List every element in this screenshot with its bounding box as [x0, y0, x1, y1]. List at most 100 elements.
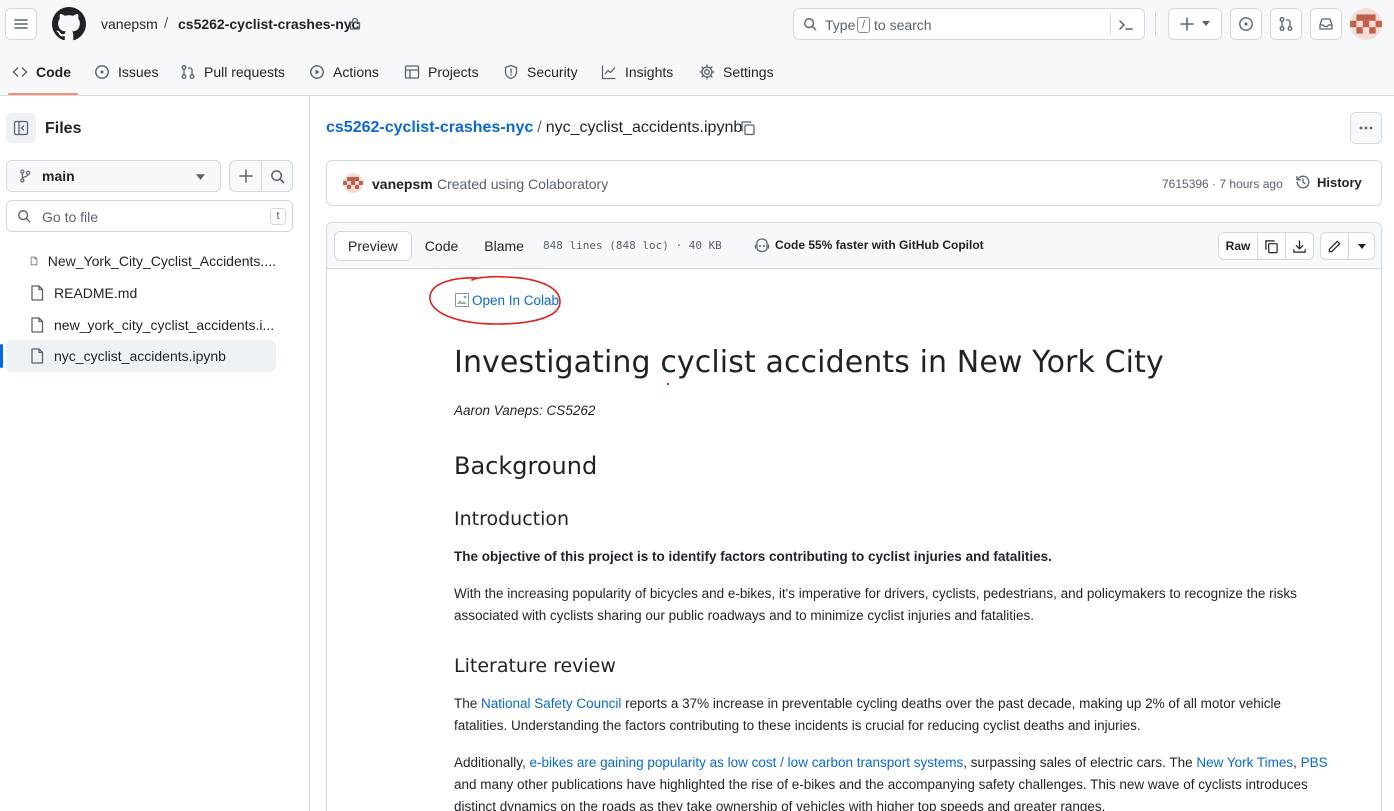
tab-code[interactable]: Code: [12, 56, 71, 88]
search-placeholder-type: Type: [825, 17, 856, 33]
identicon-icon: [1350, 14, 1382, 34]
history-icon: [1296, 175, 1310, 189]
commit-author-avatar[interactable]: [343, 173, 363, 193]
gear-icon: [699, 64, 715, 80]
text-run: The: [454, 696, 482, 711]
issues-button[interactable]: [1230, 8, 1262, 40]
tab-insights[interactable]: Insights: [601, 56, 673, 88]
go-to-file-input[interactable]: Go to file t: [6, 200, 293, 232]
download-icon: [1293, 239, 1306, 253]
history-button[interactable]: History: [1295, 174, 1362, 190]
go-to-file-shortcut: t: [270, 208, 286, 225]
header-divider: [1155, 12, 1156, 36]
file-stats: 848 lines (848 loc) · 40 KB: [543, 239, 722, 252]
graph-icon: [601, 65, 616, 80]
active-file-indicator: [0, 344, 3, 368]
file-tree-item[interactable]: New_York_City_Cyclist_Accidents....: [6, 245, 276, 277]
inbox-icon: [1319, 18, 1333, 30]
view-mode-switcher: Preview Code Blame: [334, 231, 537, 261]
menu-button[interactable]: [5, 8, 37, 40]
global-header: vanepsm / cs5262-cyclist-crashes-nyc Typ…: [0, 0, 1394, 96]
search-files-button[interactable]: [262, 161, 293, 191]
github-logo[interactable]: [52, 7, 86, 41]
search-shortcut-key: /: [857, 17, 870, 33]
tab-settings-label: Settings: [723, 64, 774, 80]
file-name: new_york_city_cyclist_accidents.i...: [54, 317, 275, 333]
ebikes-popularity-link[interactable]: e-bikes are gaining popularity as low co…: [530, 755, 964, 770]
edit-file-button[interactable]: [1320, 232, 1349, 260]
github-mark-icon: [52, 7, 86, 41]
commit-hash-time[interactable]: 7615396 · 7 hours ago: [1162, 177, 1283, 191]
heading-background: Background: [454, 452, 598, 480]
literature-paragraph-1: The National Safety Council reports a 37…: [454, 693, 1334, 737]
edit-dropdown-button[interactable]: [1348, 232, 1375, 260]
owner-link[interactable]: vanepsm: [101, 16, 158, 32]
file-tree-sidebar: Files main Go to file t New_York_City_Cy…: [0, 96, 310, 811]
create-new-button[interactable]: [1168, 8, 1222, 40]
new-york-times-link[interactable]: New York Times: [1196, 755, 1293, 770]
file-tree-item[interactable]: README.md: [6, 277, 276, 309]
command-palette-icon[interactable]: [1118, 17, 1134, 33]
tab-projects-label: Projects: [428, 64, 479, 80]
copy-icon[interactable]: [740, 120, 756, 136]
national-safety-council-link[interactable]: National Safety Council: [481, 696, 621, 711]
inbox-button[interactable]: [1310, 8, 1342, 40]
pbs-link[interactable]: PBS: [1301, 755, 1328, 770]
tab-actions-label: Actions: [333, 64, 379, 80]
breadcrumb-file: nyc_cyclist_accidents.ipynb: [545, 119, 743, 136]
copy-icon: [1265, 239, 1278, 253]
sidebar-collapse-icon: [13, 120, 29, 136]
shield-icon: [504, 64, 518, 80]
search-input[interactable]: Type / to search: [793, 8, 1145, 40]
triangle-down-icon: [196, 174, 205, 180]
copilot-promo-text: Code 55% faster with GitHub Copilot: [775, 238, 984, 252]
breadcrumb-separator: /: [537, 119, 542, 136]
raw-button[interactable]: Raw: [1218, 232, 1258, 260]
hamburger-icon: [14, 19, 28, 29]
identicon-icon: [343, 177, 363, 189]
tab-pull-requests[interactable]: Pull requests: [180, 56, 285, 88]
pull-requests-button[interactable]: [1270, 8, 1302, 40]
file-name: nyc_cyclist_accidents.ipynb: [54, 348, 226, 364]
text-run: Additionally,: [454, 755, 530, 770]
download-button[interactable]: [1285, 232, 1314, 260]
commit-message[interactable]: Created using Colaboratory: [437, 176, 608, 192]
branch-name: main: [42, 168, 75, 184]
tab-security[interactable]: Security: [503, 56, 578, 88]
file-tree-item-active[interactable]: nyc_cyclist_accidents.ipynb: [6, 340, 276, 372]
commit-author[interactable]: vanepsm: [372, 176, 433, 192]
repo-link[interactable]: cs5262-cyclist-crashes-nyc: [178, 16, 359, 32]
issue-opened-icon: [1239, 17, 1253, 31]
file-icon: [31, 285, 44, 301]
tab-projects[interactable]: Projects: [404, 56, 479, 88]
git-pull-request-icon: [181, 65, 195, 79]
file-name: New_York_City_Cyclist_Accidents....: [47, 253, 276, 269]
latest-commit-box: vanepsm Created using Colaboratory 76153…: [326, 160, 1382, 206]
breadcrumb: cs5262-cyclist-crashes-nyc / nyc_cyclist…: [326, 119, 742, 137]
copilot-icon: [754, 238, 770, 253]
breadcrumb-repo-link[interactable]: cs5262-cyclist-crashes-nyc: [326, 119, 533, 137]
pencil-icon: [1328, 240, 1341, 252]
file-tree-item[interactable]: new_york_city_cyclist_accidents.i...: [6, 309, 276, 341]
blame-tab[interactable]: Blame: [471, 231, 537, 261]
copilot-promo[interactable]: Code 55% faster with GitHub Copilot: [754, 237, 984, 253]
copy-raw-button[interactable]: [1257, 232, 1286, 260]
branch-selector[interactable]: main: [6, 160, 221, 192]
play-icon: [310, 65, 324, 79]
tab-security-label: Security: [527, 64, 578, 80]
collapse-sidebar-button[interactable]: [6, 113, 36, 143]
heading-introduction: Introduction: [454, 508, 570, 530]
avatar[interactable]: [1350, 8, 1382, 40]
search-icon: [271, 169, 285, 183]
code-view-tab[interactable]: Code: [412, 231, 471, 261]
text-run: and many other publications have highlig…: [454, 777, 1308, 811]
tab-settings[interactable]: Settings: [699, 56, 774, 88]
add-file-button[interactable]: [230, 161, 262, 191]
more-options-button[interactable]: [1350, 112, 1382, 144]
tab-issues[interactable]: Issues: [94, 56, 158, 88]
history-label: History: [1317, 174, 1362, 190]
author-line: Aaron Vaneps: CS5262: [454, 403, 596, 418]
tab-actions[interactable]: Actions: [309, 56, 379, 88]
literature-paragraph-2: Additionally, e-bikes are gaining popula…: [454, 752, 1334, 811]
preview-tab[interactable]: Preview: [334, 231, 412, 261]
